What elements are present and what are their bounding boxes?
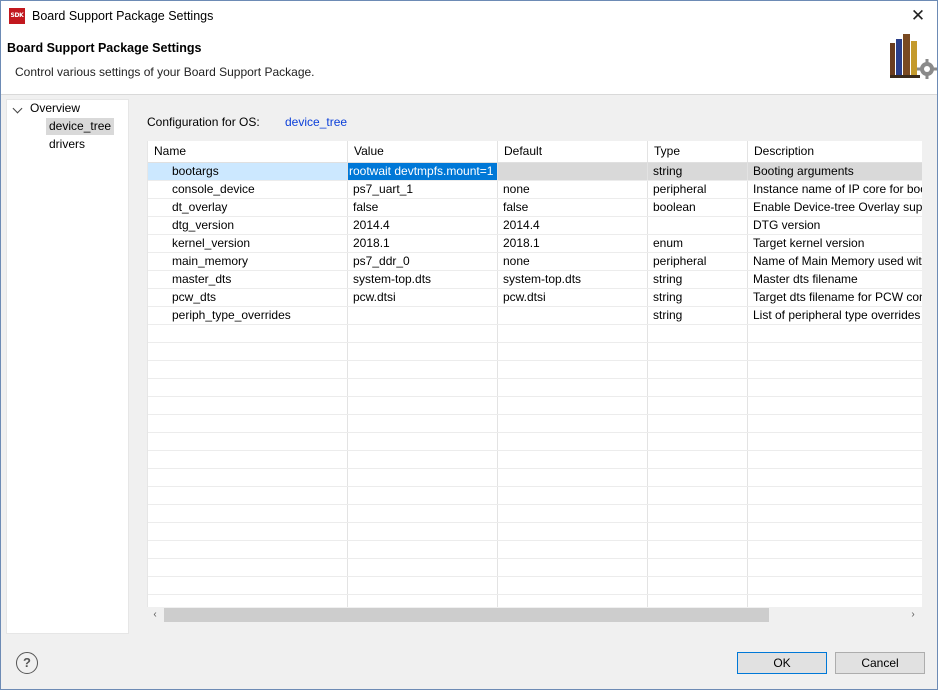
table-row[interactable]: bootargs rootwait devtmpfs.mount=1 string B…	[148, 163, 922, 181]
table-row[interactable]: kernel_version 2018.1 2018.1 enum Target ker…	[148, 235, 922, 253]
table-row[interactable]: pcw_dts pcw.dtsi pcw.dtsi string Target dts …	[148, 289, 922, 307]
cell-type: peripheral	[648, 253, 748, 270]
dialog-header: Board Support Package Settings Control v…	[1, 31, 937, 95]
table-row[interactable]: periph_type_overrides string List of perip…	[148, 307, 922, 325]
cell-description: Master dts filename	[753, 272, 858, 286]
bsp-tree: Overview device_tree drivers	[6, 99, 129, 634]
cell-value[interactable]: rootwait devtmpfs.mount=1	[348, 163, 498, 180]
column-header-name[interactable]: Name	[148, 141, 348, 162]
table-row	[148, 451, 922, 469]
cell-name: pcw_dts	[148, 289, 348, 306]
scroll-left-icon[interactable]: ‹	[147, 607, 163, 623]
cell-description: DTG version	[753, 218, 821, 232]
cell-name: periph_type_overrides	[148, 307, 348, 324]
table-row	[148, 505, 922, 523]
column-header-value[interactable]: Value	[348, 141, 498, 162]
cell-description: List of peripheral type overrides	[753, 308, 921, 322]
table-header: Name Value Default Type Description	[148, 141, 922, 163]
cell-name: console_device	[148, 181, 348, 198]
table-row	[148, 397, 922, 415]
table-row	[148, 487, 922, 505]
cell-value[interactable]	[348, 307, 498, 324]
cell-type: string	[648, 289, 748, 306]
cell-description: Target dts filename for PCW cont	[753, 290, 922, 304]
table-row[interactable]: console_device ps7_uart_1 none peripheral In…	[148, 181, 922, 199]
table-row[interactable]: dt_overlay false false boolean Enable Device…	[148, 199, 922, 217]
table-row	[148, 523, 922, 541]
cell-type: boolean	[648, 199, 748, 216]
cell-type: string	[648, 271, 748, 288]
table-row[interactable]: master_dts system-top.dts system-top.dts st…	[148, 271, 922, 289]
config-os-link[interactable]: device_tree	[285, 115, 347, 129]
table-row	[148, 433, 922, 451]
tree-item-overview[interactable]: Overview	[27, 100, 83, 117]
cell-default: false	[498, 199, 648, 216]
table-row	[148, 541, 922, 559]
value-edit-field[interactable]: rootwait devtmpfs.mount=1	[348, 163, 497, 180]
cell-value[interactable]: false	[348, 199, 498, 216]
ok-button[interactable]: OK	[737, 652, 827, 674]
books-gear-icon	[890, 34, 937, 79]
chevron-down-icon[interactable]	[12, 103, 23, 114]
table-row	[148, 361, 922, 379]
window-title: Board Support Package Settings	[32, 9, 214, 23]
dialog-title: Board Support Package Settings	[7, 41, 202, 55]
table-row	[148, 343, 922, 361]
cell-default: none	[498, 181, 648, 198]
sdk-app-icon: SDK	[9, 8, 25, 24]
close-icon[interactable]: ✕	[907, 5, 929, 27]
column-header-default[interactable]: Default	[498, 141, 648, 162]
cell-value[interactable]: pcw.dtsi	[348, 289, 498, 306]
cell-value[interactable]: ps7_ddr_0	[348, 253, 498, 270]
cell-name: kernel_version	[148, 235, 348, 252]
table-row	[148, 379, 922, 397]
scroll-thumb[interactable]	[164, 608, 769, 622]
cancel-button[interactable]: Cancel	[835, 652, 925, 674]
cell-name: master_dts	[148, 271, 348, 288]
help-icon[interactable]: ?	[16, 652, 38, 674]
horizontal-scrollbar[interactable]: ‹ ›	[147, 607, 921, 623]
cell-value[interactable]: 2014.4	[348, 217, 498, 234]
config-os-label: Configuration for OS:	[147, 115, 260, 129]
column-header-description[interactable]: Description	[748, 141, 922, 162]
cell-name: dt_overlay	[148, 199, 348, 216]
table-row	[148, 577, 922, 595]
tree-item-drivers[interactable]: drivers	[46, 136, 88, 153]
cell-description: Enable Device-tree Overlay supp	[753, 200, 922, 214]
title-bar: SDK Board Support Package Settings ✕	[1, 1, 937, 31]
cell-default: 2018.1	[498, 235, 648, 252]
table-row	[148, 325, 922, 343]
cell-default: system-top.dts	[498, 271, 648, 288]
column-header-type[interactable]: Type	[648, 141, 748, 162]
table-row[interactable]: main_memory ps7_ddr_0 none peripheral Name o…	[148, 253, 922, 271]
cell-default: none	[498, 253, 648, 270]
cell-type: peripheral	[648, 181, 748, 198]
tree-item-device-tree[interactable]: device_tree	[46, 118, 115, 135]
cell-description: Instance name of IP core for boo	[753, 182, 922, 196]
cell-name: dtg_version	[148, 217, 348, 234]
cell-description: Name of Main Memory used wit	[753, 254, 922, 268]
table-row	[148, 469, 922, 487]
cell-description: Target kernel version	[753, 236, 865, 250]
cell-type	[648, 217, 748, 234]
cell-default: pcw.dtsi	[498, 289, 648, 306]
cell-default: 2014.4	[498, 217, 648, 234]
table-row	[148, 415, 922, 433]
cell-type: string	[648, 307, 748, 324]
cell-type: string	[648, 163, 748, 180]
settings-table: Name Value Default Type Description boot…	[147, 141, 922, 607]
table-row	[148, 559, 922, 577]
cell-name: main_memory	[148, 253, 348, 270]
cell-description: Booting arguments	[753, 164, 854, 178]
cell-default	[498, 307, 648, 324]
cell-name: bootargs	[148, 163, 348, 180]
cell-value[interactable]: ps7_uart_1	[348, 181, 498, 198]
cell-type: enum	[648, 235, 748, 252]
cell-value[interactable]: system-top.dts	[348, 271, 498, 288]
dialog-subtitle: Control various settings of your Board S…	[15, 65, 315, 79]
cell-value[interactable]: 2018.1	[348, 235, 498, 252]
scroll-right-icon[interactable]: ›	[905, 607, 921, 623]
cell-default	[498, 163, 648, 180]
table-row[interactable]: dtg_version 2014.4 2014.4 DTG version	[148, 217, 922, 235]
